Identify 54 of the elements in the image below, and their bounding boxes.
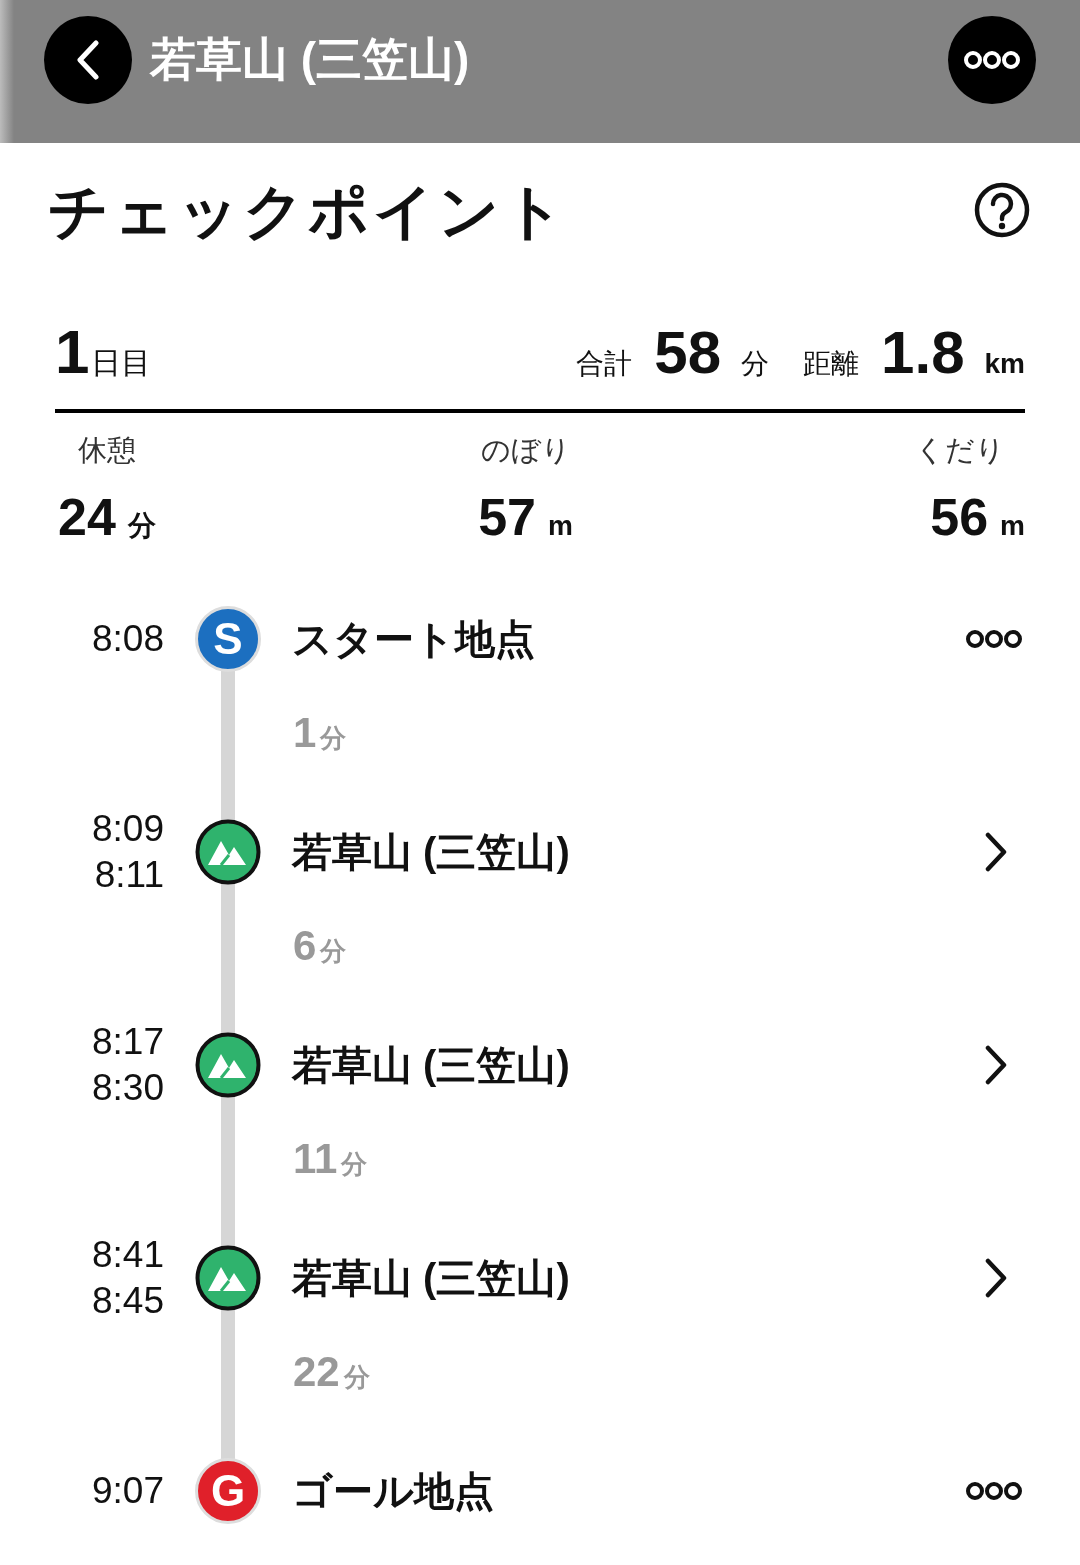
stat-unit: 分 xyxy=(127,509,156,543)
more-button[interactable] xyxy=(966,629,1022,649)
stat-unit: m xyxy=(547,510,573,542)
chevron-button[interactable] xyxy=(984,1045,1008,1085)
checkpoint-time: 8:09 xyxy=(92,807,164,851)
chevron-icon xyxy=(984,832,1008,872)
stat-label: くだり xyxy=(914,433,1006,468)
chevron-icon xyxy=(984,1045,1008,1085)
segment-duration: 6分 xyxy=(293,922,347,970)
stat-label: のぼり xyxy=(479,433,572,468)
checkpoint-name: 若草山 (三笠山) xyxy=(292,828,571,876)
section-title: チェックポイント xyxy=(48,176,568,247)
checkpoint-name: 若草山 (三笠山) xyxy=(292,1254,571,1302)
chevron-button[interactable] xyxy=(984,832,1008,872)
help-icon[interactable] xyxy=(974,182,1030,238)
more-button[interactable] xyxy=(966,1481,1022,1501)
checkpoint-time: 9:07 xyxy=(92,1469,164,1513)
checkpoint-time: 8:11 xyxy=(94,853,164,897)
more-icon xyxy=(966,629,1022,649)
segment-duration: 1分 xyxy=(293,709,347,757)
segment-duration: 22分 xyxy=(293,1348,370,1396)
chevron-icon xyxy=(984,1258,1008,1298)
checkpoint-name: 若草山 (三笠山) xyxy=(292,1041,571,1089)
day-number: 1 xyxy=(55,316,90,387)
total-value: 58 xyxy=(654,318,722,387)
distance-label: 距離 xyxy=(803,347,860,381)
goal-badge: G xyxy=(195,1458,261,1524)
stat-value: 24 xyxy=(58,487,116,547)
checkpoint-name: ゴール地点 xyxy=(292,1467,495,1515)
checkpoint-time: 8:45 xyxy=(92,1279,164,1323)
mountain-icon xyxy=(195,1245,261,1311)
stat-value: 57 xyxy=(478,487,536,547)
distance-value: 1.8 xyxy=(881,318,965,387)
checkpoint-time: 8:08 xyxy=(92,617,164,661)
checkpoint-time: 8:30 xyxy=(92,1066,164,1110)
start-badge: S xyxy=(195,606,261,672)
stat-value: 56 xyxy=(930,487,989,547)
total-unit: 分 xyxy=(741,347,770,381)
day-label: 日目 xyxy=(91,345,152,381)
more-icon xyxy=(964,49,1020,70)
stat-unit: m xyxy=(1000,510,1025,542)
mountain-icon xyxy=(195,1032,261,1098)
chevron-button[interactable] xyxy=(984,1258,1008,1298)
checkpoint-time: 8:17 xyxy=(92,1020,164,1064)
back-icon xyxy=(75,39,101,80)
screen-title: 若草山 (三笠山) xyxy=(150,31,471,87)
mountain-icon xyxy=(195,819,261,885)
checkpoint-name: スタート地点 xyxy=(292,615,536,663)
total-label: 合計 xyxy=(576,347,633,381)
distance-unit: km xyxy=(984,348,1025,380)
more-icon xyxy=(966,1481,1022,1501)
stat-label: 休憩 xyxy=(77,433,137,468)
checkpoint-time: 8:41 xyxy=(92,1233,164,1277)
segment-duration: 11分 xyxy=(293,1135,368,1183)
